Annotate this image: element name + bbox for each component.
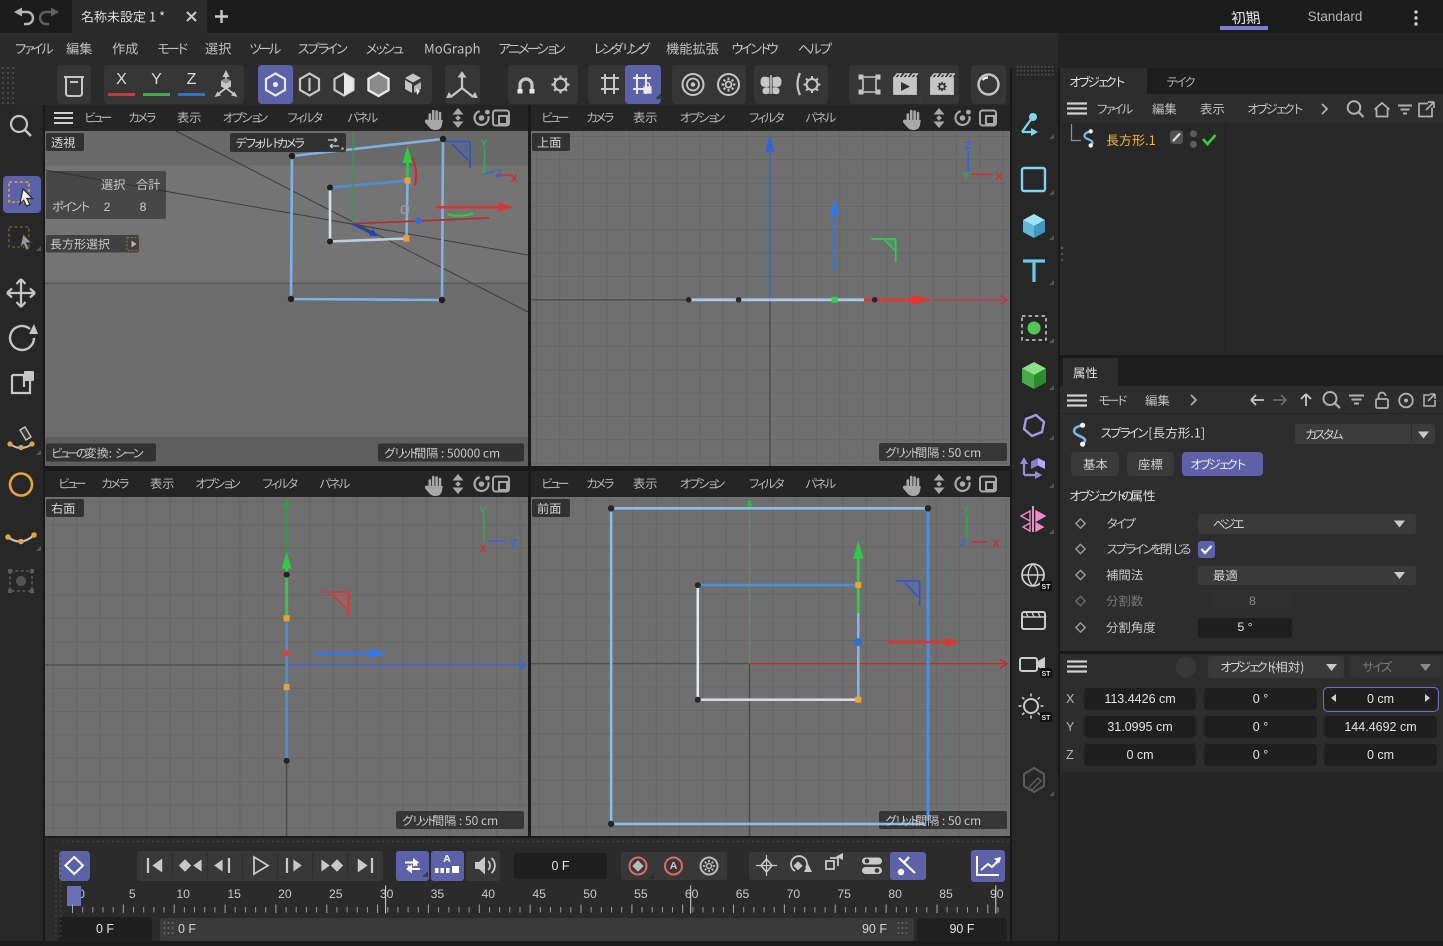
svg-text:2: 2: [104, 200, 111, 214]
svg-text:Z: Z: [965, 140, 972, 152]
svg-text:Y: Y: [479, 505, 487, 517]
svg-text:8: 8: [140, 200, 147, 214]
svg-text:Y: Y: [962, 505, 970, 517]
svg-text:X: X: [510, 173, 518, 185]
svg-text:Z: Z: [496, 168, 503, 180]
svg-text:Z: Z: [511, 538, 518, 550]
svg-text:Y: Y: [480, 138, 488, 150]
svg-text:X: X: [995, 171, 1003, 183]
svg-text:Y: Y: [963, 171, 970, 182]
svg-text:X: X: [992, 538, 1000, 550]
svg-text:X: X: [480, 544, 487, 555]
svg-text:Z: Z: [960, 538, 966, 549]
